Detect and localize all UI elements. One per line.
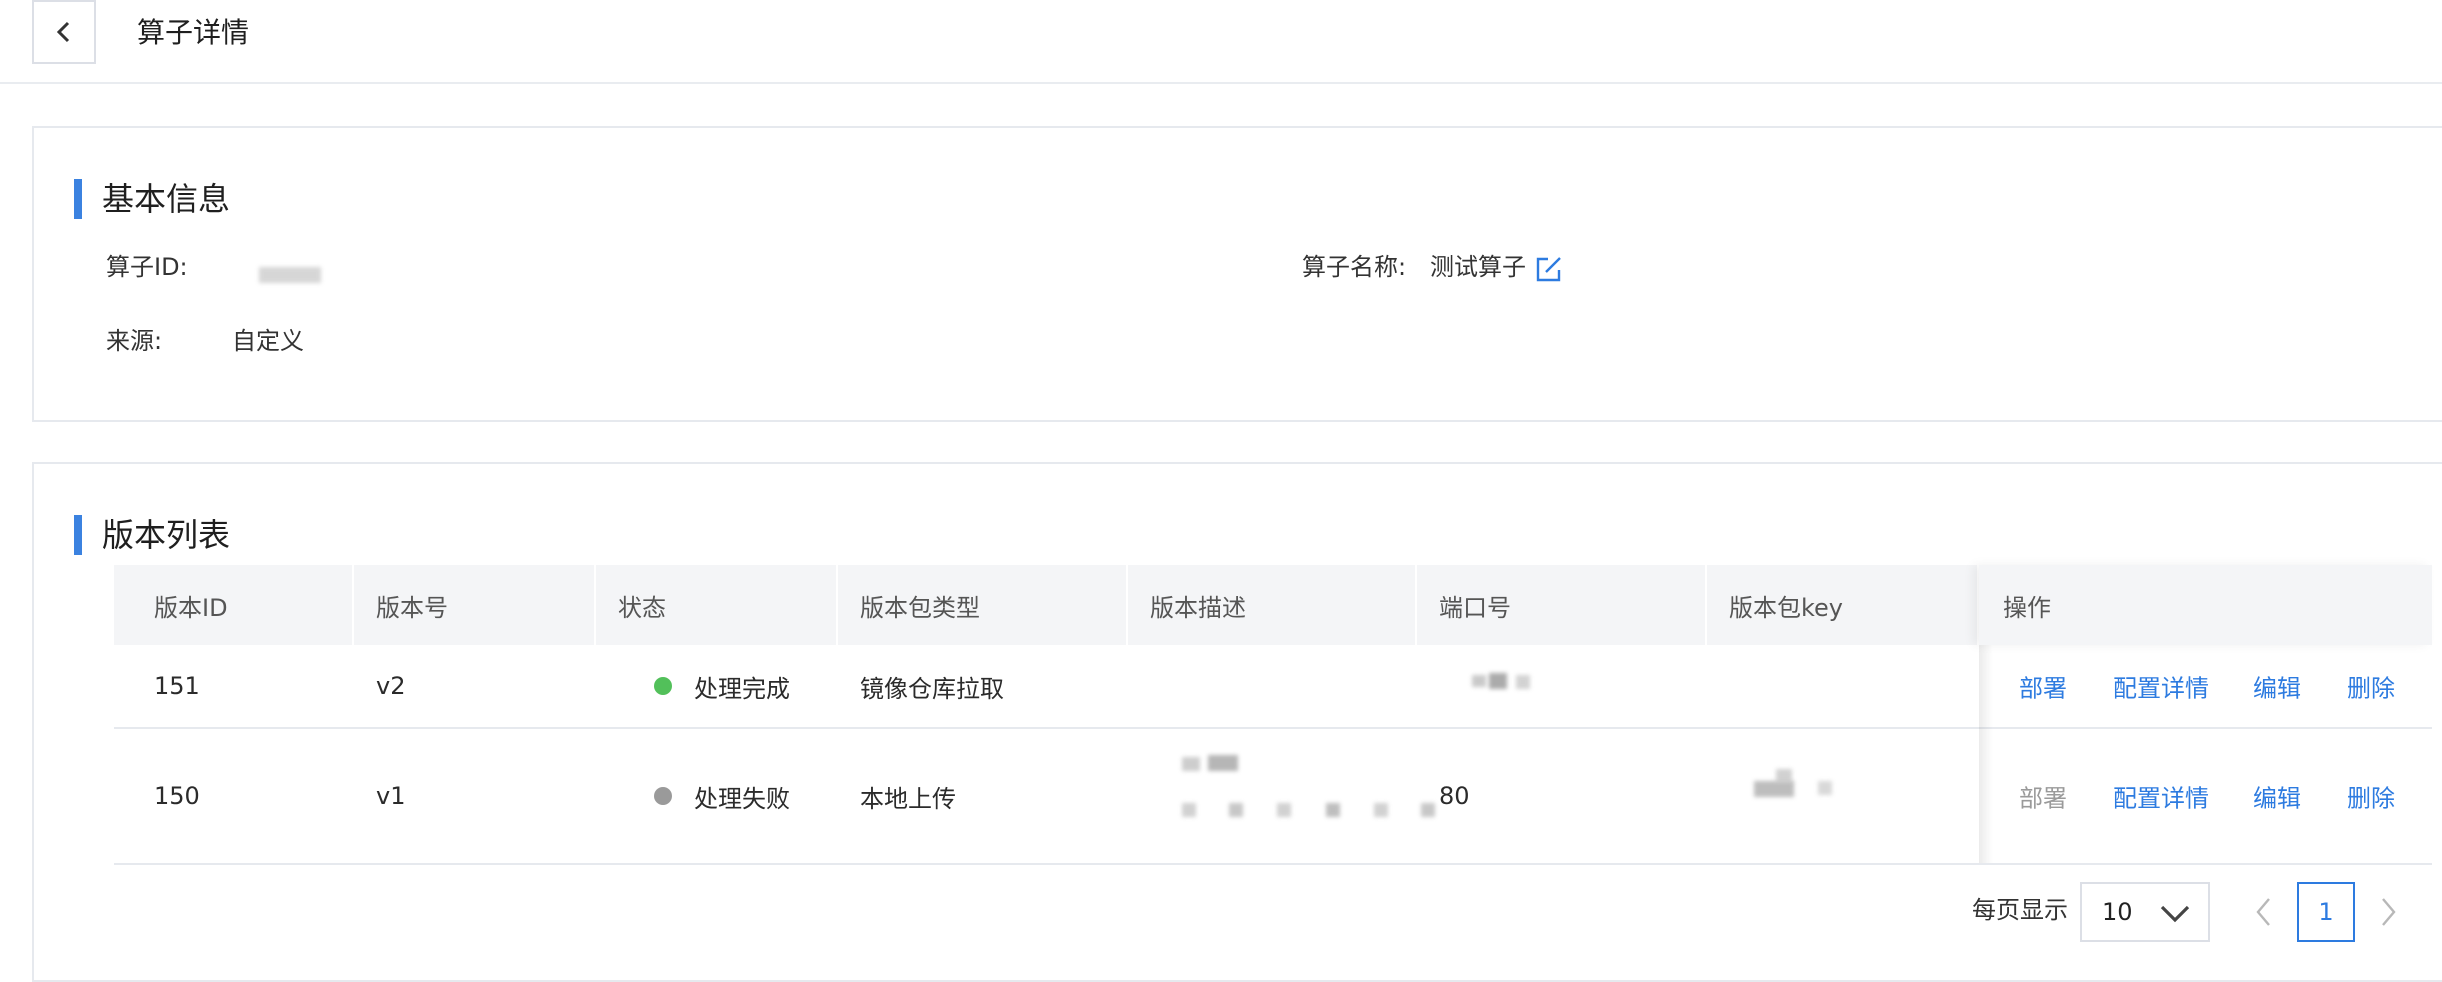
config-details-link[interactable]: 配置详情: [2113, 779, 2209, 814]
status-text: 处理失败: [694, 784, 790, 813]
col-package-type: 版本包类型: [838, 565, 1128, 645]
cell-operations: 部署 配置详情 编辑 删除: [1979, 729, 2432, 863]
cell-version-id: 151: [154, 672, 200, 700]
deploy-link[interactable]: 部署: [2019, 669, 2067, 704]
back-button[interactable]: [32, 0, 96, 64]
delete-link[interactable]: 删除: [2347, 669, 2395, 704]
col-version-id: 版本ID: [114, 565, 354, 645]
cell-status: 处理失败: [654, 729, 790, 863]
config-details-link[interactable]: 配置详情: [2113, 669, 2209, 704]
section-accent-bar: [74, 179, 82, 219]
col-status: 状态: [596, 565, 838, 645]
page-header: 算子详情: [0, 0, 2442, 84]
table-row: 150 v1 处理失败 本地上传 80 部署 配置详情 编辑 删除: [114, 729, 2432, 865]
cell-status: 处理完成: [654, 645, 790, 727]
status-success-dot: [654, 677, 672, 695]
section-accent-bar: [74, 515, 82, 555]
operator-name-label: 算子名称:: [1302, 253, 1407, 281]
cell-package-type: 本地上传: [860, 784, 956, 813]
basic-info-heading: 基本信息: [74, 179, 230, 219]
cell-version-number: v2: [376, 672, 406, 700]
page-size-select[interactable]: 10: [2080, 882, 2210, 942]
cell-version-number: v1: [376, 782, 406, 810]
edit-link[interactable]: 编辑: [2253, 669, 2301, 704]
col-description: 版本描述: [1128, 565, 1417, 645]
table-header: 版本ID 版本号 状态 版本包类型 版本描述 端口号 版本包key 操作: [114, 565, 2432, 645]
version-list-title: 版本列表: [102, 516, 231, 554]
page-title: 算子详情: [137, 16, 250, 49]
status-text: 处理完成: [694, 674, 790, 703]
edit-name-icon[interactable]: [1534, 254, 1564, 284]
col-operations: 操作: [1979, 565, 2432, 645]
col-port: 端口号: [1417, 565, 1707, 645]
page-number-current[interactable]: 1: [2297, 882, 2355, 942]
version-list-heading: 版本列表: [74, 515, 230, 555]
page-size-value: 10: [2102, 898, 2133, 926]
operator-name-value: 测试算子: [1430, 253, 1526, 281]
per-page-label: 每页显示: [1972, 896, 2068, 924]
chevron-down-icon: [2160, 905, 2190, 923]
version-table: 版本ID 版本号 状态 版本包类型 版本描述 端口号 版本包key 操作 151…: [114, 565, 2432, 865]
source-label: 来源:: [106, 327, 163, 355]
edit-link[interactable]: 编辑: [2253, 779, 2301, 814]
next-page-icon[interactable]: [2374, 896, 2402, 928]
prev-page-icon[interactable]: [2250, 896, 2278, 928]
chevron-left-icon: [56, 21, 70, 43]
delete-link[interactable]: 删除: [2347, 779, 2395, 814]
operator-id-label: 算子ID:: [106, 253, 188, 281]
deploy-link-disabled: 部署: [2019, 784, 2067, 813]
cell-package-type: 镜像仓库拉取: [860, 674, 1004, 703]
status-failed-dot: [654, 787, 672, 805]
col-package-key: 版本包key: [1707, 565, 1979, 645]
cell-port: 80: [1439, 782, 1470, 810]
source-value: 自定义: [232, 327, 304, 355]
cell-operations: 部署 配置详情 编辑 删除: [1979, 645, 2432, 727]
basic-info-title: 基本信息: [102, 180, 231, 218]
table-row: 151 v2 处理完成 镜像仓库拉取 部署 配置详情 编辑 删除: [114, 645, 2432, 729]
cell-version-id: 150: [154, 782, 200, 810]
basic-info-card: 基本信息 算子ID: 算子名称: 测试算子 来源: 自定义: [32, 126, 2442, 422]
col-version-number: 版本号: [354, 565, 596, 645]
